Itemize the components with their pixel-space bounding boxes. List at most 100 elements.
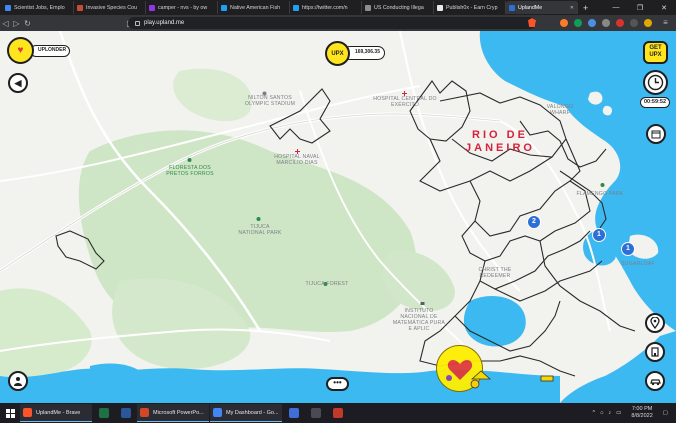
city-label-line2: JANEIRO — [465, 142, 535, 155]
taskbar-app[interactable] — [115, 404, 137, 422]
volume-icon[interactable]: ♪ — [608, 410, 611, 416]
battery-icon[interactable]: ▭ — [616, 410, 621, 416]
tab-favicon-icon — [293, 4, 299, 11]
url-text: play.upland.me — [144, 20, 185, 26]
park-icon — [600, 183, 605, 187]
properties-button[interactable] — [645, 342, 665, 362]
map-label: VALONGO WHARF — [546, 104, 574, 116]
network-icon[interactable]: ⌂ — [600, 410, 603, 416]
tab-favicon-icon — [221, 4, 227, 11]
taskbar-app-label: Microsoft PowerPo... — [153, 409, 204, 416]
map-label: TIJUCA FOREST — [305, 281, 349, 287]
location-button[interactable] — [645, 313, 665, 333]
profile-button[interactable] — [8, 371, 28, 391]
back-button[interactable]: ◀ — [8, 73, 28, 93]
tab-title: UplandMe — [518, 4, 543, 11]
upx-coin-icon[interactable]: UPX — [325, 41, 350, 66]
notifications-icon[interactable]: ▢ — [663, 410, 668, 416]
vehicle-button[interactable] — [645, 371, 665, 391]
browser-tab[interactable]: camper - nvs - by ow — [146, 1, 218, 14]
map-label: TIJUCA NATIONAL PARK — [238, 224, 282, 236]
taskbar-clock[interactable]: 7:00 PM 8/8/2022 — [631, 406, 652, 420]
tab-title: Native American Fish — [230, 4, 281, 11]
new-tab-button[interactable]: + — [583, 3, 588, 13]
taskbar-app[interactable]: UplandMe - Brave — [20, 404, 92, 422]
heart-icon: ♥ — [17, 45, 24, 56]
browser-tab[interactable]: Invasive Species Cou — [74, 1, 146, 14]
taskbar-app[interactable] — [93, 404, 115, 422]
taskbar-app[interactable] — [283, 404, 305, 422]
person-icon — [14, 377, 22, 386]
extension-icon[interactable] — [574, 19, 582, 27]
school-icon — [420, 302, 425, 305]
map-label: HOSPITAL CENTRAL DO EXÉRCITO — [373, 96, 437, 108]
calendar-button[interactable] — [646, 124, 666, 144]
property-cluster[interactable]: 1 — [592, 228, 606, 242]
park-icon — [187, 158, 192, 162]
clock-icon — [647, 74, 664, 91]
maximize-icon[interactable]: ❐ — [628, 4, 652, 12]
property-cluster[interactable]: 2 — [527, 215, 541, 229]
browser-tab[interactable]: US Conducting Illega — [362, 1, 434, 14]
taskbar-app[interactable]: My Dashboard - Go... — [210, 404, 282, 422]
structure-icon[interactable] — [540, 374, 554, 382]
structure-icon[interactable] — [470, 369, 492, 381]
reload-icon[interactable]: ↻ — [22, 19, 33, 28]
tab-favicon-icon — [5, 4, 11, 11]
city-label-line1: RIO DE — [472, 129, 528, 141]
browser-tab[interactable]: Scientist Jobs, Emplo — [2, 1, 74, 14]
tab-title: Publish0x - Earn Cryp — [446, 4, 498, 11]
taskbar-app[interactable] — [327, 404, 349, 422]
extension-icon[interactable] — [560, 19, 568, 27]
map-label: HOSPITAL NAVAL MARCÍLIO DIAS — [274, 154, 320, 166]
extension-icon[interactable] — [630, 19, 638, 27]
taskbar-app-label: My Dashboard - Go... — [226, 409, 279, 416]
close-tab-icon[interactable]: ✕ — [570, 5, 574, 11]
word-icon — [121, 408, 131, 418]
extension-icon[interactable] — [602, 19, 610, 27]
start-button[interactable] — [0, 403, 20, 423]
address-bar[interactable]: play.upland.me — [128, 17, 536, 29]
minimize-icon[interactable]: — — [604, 4, 628, 11]
taskbar-app[interactable]: Microsoft PowerPo... — [137, 404, 209, 422]
window-controls: — ❐ ✕ — [604, 0, 676, 15]
taskbar-app[interactable] — [305, 404, 327, 422]
session-timer: 00:59:52 — [640, 97, 670, 108]
extension-icon[interactable] — [588, 19, 596, 27]
forward-icon[interactable]: ▷ — [11, 19, 22, 28]
browser-toolbar: ◁ ▷ ↻ ▯ play.upland.me ≡ — [0, 15, 676, 31]
back-icon[interactable]: ◁ — [0, 19, 11, 28]
tab-title: US Conducting Illega — [374, 4, 424, 11]
city-label: RIO DE JANEIRO — [430, 129, 570, 155]
profile-avatar-button[interactable]: ♥ — [7, 37, 34, 64]
close-window-icon[interactable]: ✕ — [652, 4, 676, 12]
arrow-left-icon: ◀ — [14, 77, 22, 88]
browser-tab[interactable]: Native American Fish — [218, 1, 290, 14]
timer-clock-icon[interactable] — [643, 70, 668, 95]
map-label: NILTON SANTOS OLYMPIC STADIUM — [244, 95, 296, 107]
browser-tab-active[interactable]: UplandMe ✕ — [506, 1, 578, 14]
tab-title: camper - nvs - by ow — [158, 4, 208, 11]
brave-icon — [23, 408, 32, 417]
tab-favicon-icon — [365, 4, 371, 11]
rank-badge[interactable]: UPLONDER — [30, 45, 70, 57]
taskbar-app-label: UplandMe - Brave — [36, 409, 81, 416]
map-view[interactable]: NILTON SANTOS OLYMPIC STADIUM HOSPITAL C… — [0, 31, 676, 403]
browser-tab[interactable]: Publish0x - Earn Cryp — [434, 1, 506, 14]
map-label: SUGARLOAF — [621, 261, 655, 267]
more-menu-button[interactable]: ••• — [326, 377, 349, 391]
property-cluster[interactable]: 1 — [621, 242, 635, 256]
browser-tab[interactable]: https://twitter.com/n — [290, 1, 362, 14]
get-upx-button[interactable]: GET UPX — [643, 41, 668, 64]
extension-icon[interactable] — [644, 19, 652, 27]
map-label: INSTITUTO NACIONAL DE MATEMÁTICA PURA E … — [392, 308, 446, 332]
powerpoint-icon — [140, 408, 149, 417]
calendar-icon — [651, 130, 661, 139]
tab-favicon-icon — [149, 4, 155, 11]
clock-time: 7:00 PM — [631, 406, 653, 412]
chevron-up-icon[interactable]: ^ — [593, 410, 596, 416]
map-label: FLORESTA DOS PRETOS FORROS — [166, 165, 214, 177]
building-icon — [651, 347, 659, 357]
menu-icon[interactable]: ≡ — [660, 18, 671, 27]
extension-icon[interactable] — [616, 19, 624, 27]
